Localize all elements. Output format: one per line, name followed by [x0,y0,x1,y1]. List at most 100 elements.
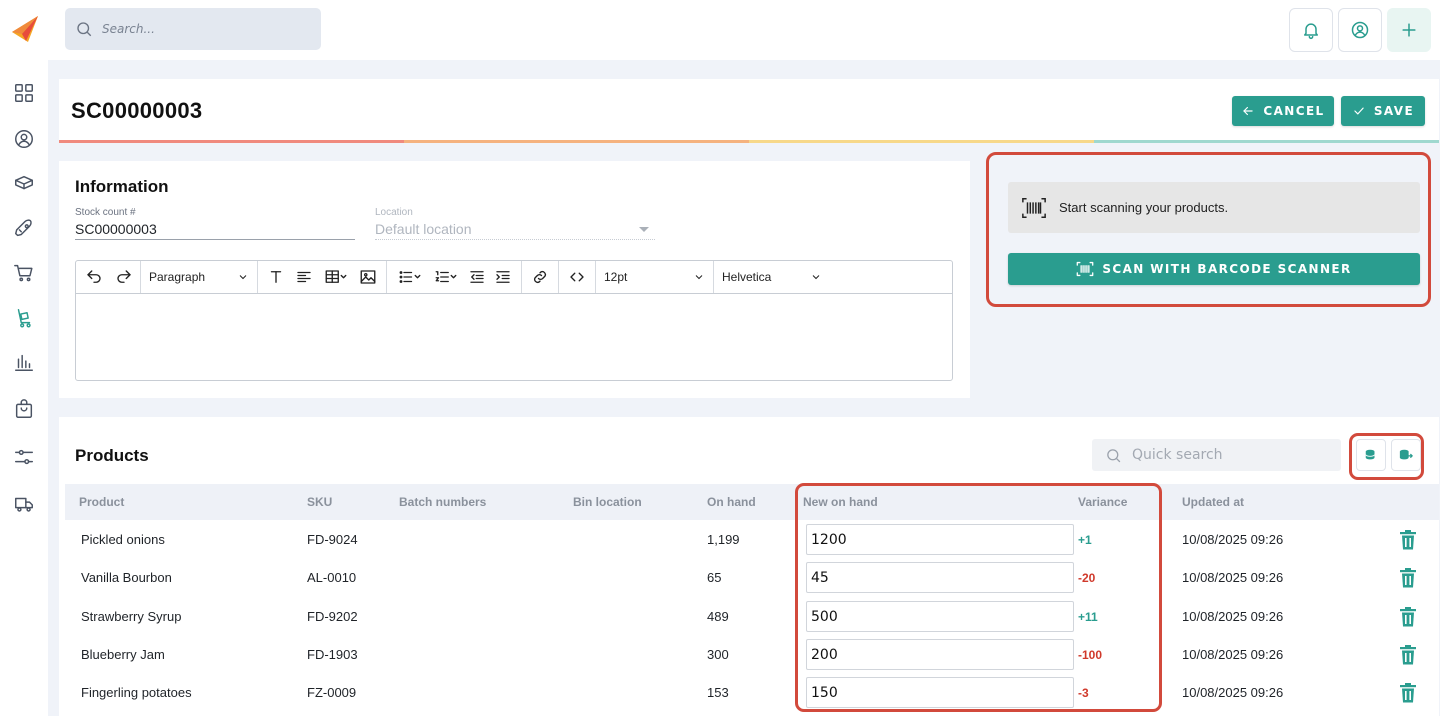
outdent-icon[interactable] [465,265,489,289]
on-hand-value: 1,199 [707,532,740,547]
delete-row-button[interactable] [1399,645,1417,665]
plus-icon [1402,23,1416,37]
product-sku: FD-1903 [307,647,358,662]
bullet-list-icon[interactable] [393,265,427,289]
indent-icon[interactable] [491,265,515,289]
new-on-hand-input[interactable] [806,601,1074,632]
column-variance[interactable]: Variance [1078,495,1127,509]
progress-strip-3 [749,140,1094,143]
page-header: SC00000003 CANCEL SAVE [59,79,1439,143]
box-icon[interactable] [12,172,36,196]
chevron-down-icon [639,227,649,232]
product-name: Vanilla Bourbon [81,570,172,585]
product-name: Pickled onions [81,532,165,547]
location-label: Location [375,207,413,218]
page-title: SC00000003 [71,98,203,123]
product-sku: AL-0010 [307,570,357,585]
account-icon [1351,21,1369,39]
font-size-select[interactable]: 12pt [604,270,705,284]
variance-value: -100 [1078,648,1103,662]
trash-icon [1400,683,1416,703]
column-updated-at[interactable]: Updated at [1182,495,1244,509]
variance-value: +11 [1078,610,1098,624]
quick-search[interactable] [1092,439,1341,471]
quick-search-input[interactable] [1132,447,1332,463]
column-on-hand[interactable]: On hand [707,495,756,509]
cancel-button[interactable]: CANCEL [1232,96,1334,126]
text-format-icon[interactable] [264,265,288,289]
arrow-left-icon [1243,106,1254,116]
link-icon[interactable] [528,265,552,289]
rocket-icon[interactable] [12,217,36,241]
database-import-icon [1365,449,1375,460]
stock-count-icon[interactable] [12,306,36,330]
column-batch-numbers[interactable]: Batch numbers [399,495,486,509]
account-button[interactable] [1338,8,1382,52]
editor-content[interactable] [76,295,952,380]
image-icon[interactable] [356,265,380,289]
font-family-select[interactable]: Helvetica [722,270,822,284]
product-sku: FD-9202 [307,609,358,624]
updated-at-value: 10/08/2025 09:26 [1182,647,1284,662]
information-card: Information Stock count # SC00000003 Loc… [59,161,970,398]
logo-icon[interactable] [10,14,40,44]
save-button[interactable]: SAVE [1341,96,1425,126]
notifications-button[interactable] [1289,8,1333,52]
undo-icon[interactable] [82,265,106,289]
numbered-list-icon[interactable] [429,265,463,289]
new-on-hand-input[interactable] [806,524,1074,555]
progress-strip-4 [1094,140,1439,143]
column-bin-location[interactable]: Bin location [573,495,642,509]
variance-value: -20 [1078,571,1096,585]
updated-at-value: 10/08/2025 09:26 [1182,570,1284,585]
stock-count-field[interactable]: SC00000003 [75,221,355,240]
delete-row-button[interactable] [1399,607,1417,627]
top-bar [48,0,1440,60]
new-on-hand-input[interactable] [806,562,1074,593]
delete-row-button[interactable] [1399,683,1417,703]
global-search[interactable] [65,8,321,50]
cart-icon[interactable] [12,261,36,285]
sidebar [0,0,48,716]
delete-row-button[interactable] [1399,530,1417,550]
location-select[interactable]: Default location [375,221,655,240]
delete-row-button[interactable] [1399,568,1417,588]
product-sku: FZ-0009 [307,685,357,700]
trash-icon [1400,568,1416,588]
notes-editor[interactable]: Paragraph 12pt Helvetica [75,260,953,381]
sliders-icon[interactable] [12,445,36,469]
align-left-icon[interactable] [292,265,316,289]
global-search-input[interactable] [102,22,302,36]
column-new-on-hand[interactable]: New on hand [803,495,878,509]
stock-count-label: Stock count # [75,207,136,218]
import-button[interactable] [1356,439,1386,471]
bag-icon[interactable] [12,397,36,421]
column-sku[interactable]: SKU [307,495,332,509]
dashboard-icon[interactable] [12,81,36,105]
scan-barcode-button[interactable]: SCAN WITH BARCODE SCANNER [1008,253,1420,285]
chevron-down-icon [239,275,247,280]
barcode-icon [1076,261,1094,277]
bar-chart-icon[interactable] [12,350,36,374]
on-hand-value: 489 [707,609,729,624]
paragraph-select[interactable]: Paragraph [149,270,249,284]
column-product[interactable]: Product [79,495,124,509]
truck-icon[interactable] [12,492,36,516]
export-button[interactable] [1391,439,1421,471]
search-icon [1107,448,1121,462]
redo-icon[interactable] [112,265,136,289]
add-button[interactable] [1387,8,1431,52]
table-icon[interactable] [320,265,352,289]
on-hand-value: 153 [707,685,729,700]
information-title: Information [75,177,169,196]
new-on-hand-input[interactable] [806,639,1074,670]
products-title: Products [75,446,149,465]
product-name: Strawberry Syrup [81,609,182,624]
variance-value: -3 [1078,686,1089,700]
trash-icon [1400,530,1416,550]
products-card: Products Product SKU Batch numbers Bin l… [59,417,1439,716]
new-on-hand-input[interactable] [806,677,1074,708]
user-circle-icon[interactable] [12,127,36,151]
progress-strip-2 [404,140,749,143]
code-icon[interactable] [565,265,589,289]
